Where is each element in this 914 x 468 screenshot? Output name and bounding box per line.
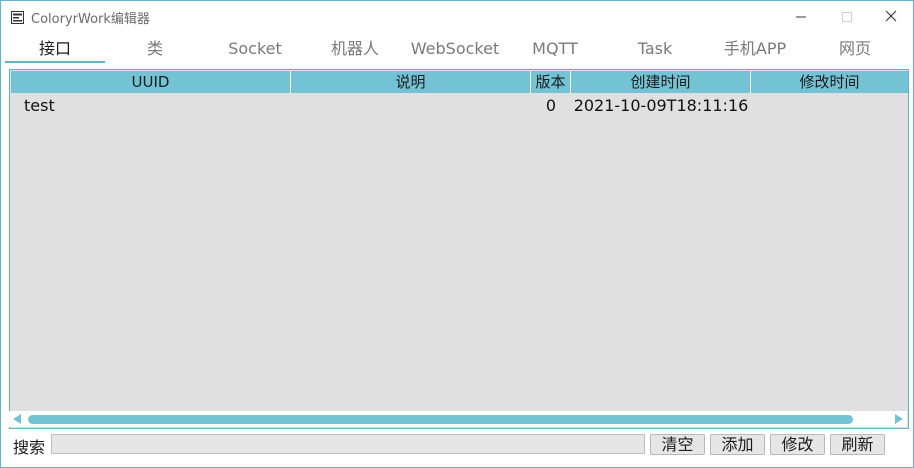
cell-created: 2021-10-09T18:11:16 <box>573 96 749 115</box>
search-label: 搜索 <box>13 438 46 457</box>
column-header-uuid[interactable]: UUID <box>11 71 291 93</box>
clear-button[interactable]: 清空 <box>650 434 705 455</box>
tab-class[interactable]: 类 <box>105 37 205 63</box>
scroll-right-icon[interactable] <box>895 414 903 424</box>
column-header-version[interactable]: 版本 <box>531 71 571 93</box>
tab-socket[interactable]: Socket <box>205 37 305 63</box>
column-header-description[interactable]: 说明 <box>291 71 531 93</box>
minimize-button[interactable] <box>778 1 824 31</box>
refresh-button[interactable]: 刷新 <box>830 434 885 455</box>
maximize-button[interactable] <box>824 1 870 31</box>
tab-robot[interactable]: 机器人 <box>305 37 405 63</box>
tab-websocket[interactable]: WebSocket <box>405 37 505 63</box>
cell-description <box>291 95 531 117</box>
maximize-icon <box>842 7 852 26</box>
tab-bar: 接口 类 Socket 机器人 WebSocket MQTT Task 手机AP… <box>5 37 909 63</box>
close-button[interactable] <box>868 1 914 31</box>
window-title: ColoryrWork编辑器 <box>31 12 150 27</box>
app-icon <box>11 9 24 24</box>
tab-mobile-app[interactable]: 手机APP <box>705 37 805 63</box>
tab-mqtt[interactable]: MQTT <box>505 37 605 63</box>
cell-modified <box>751 95 908 117</box>
add-button[interactable]: 添加 <box>710 434 765 455</box>
tab-interface[interactable]: 接口 <box>5 37 105 63</box>
search-input[interactable] <box>51 434 645 454</box>
horizontal-scrollbar[interactable] <box>9 411 907 427</box>
title-bar[interactable]: ColoryrWork编辑器 <box>1 1 913 31</box>
scrollbar-thumb[interactable] <box>28 415 853 424</box>
bottom-toolbar: 搜索 清空 添加 修改 刷新 <box>9 431 907 459</box>
tab-webpage[interactable]: 网页 <box>805 37 905 63</box>
scroll-left-icon[interactable] <box>13 414 21 424</box>
app-window: ColoryrWork编辑器 接口 类 Socket 机器人 WebSocket… <box>0 0 914 468</box>
close-icon <box>885 7 897 26</box>
minimize-icon <box>796 7 806 26</box>
cell-version: 0 <box>545 96 557 115</box>
data-grid[interactable]: UUID 说明 版本 创建时间 修改时间 test 0 2021-10-09T1… <box>9 69 909 429</box>
tab-task[interactable]: Task <box>605 37 705 63</box>
column-header-modified[interactable]: 修改时间 <box>751 71 908 93</box>
column-header-created[interactable]: 创建时间 <box>571 71 751 93</box>
cell-uuid: test <box>24 96 55 115</box>
table-header: UUID 说明 版本 创建时间 修改时间 <box>11 71 908 93</box>
edit-button[interactable]: 修改 <box>770 434 825 455</box>
